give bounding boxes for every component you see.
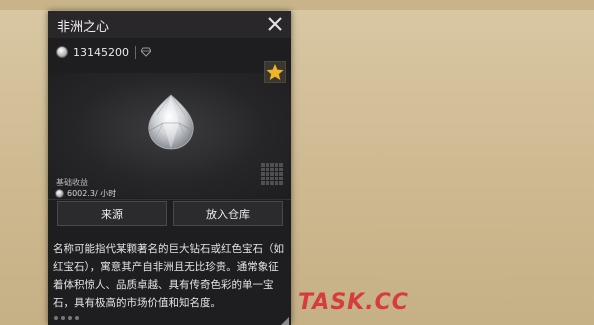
diamond-icon [148,94,194,150]
coin-icon [56,46,68,58]
panel-header: 非洲之心 [48,11,291,38]
coin-icon [55,189,64,198]
income-row: 6002.3/ 小时 [55,188,116,199]
gem-icon [141,47,151,57]
favorite-button[interactable] [264,61,286,83]
income-value: 6002.3/ 小时 [67,189,117,198]
close-icon [268,17,282,31]
coin-balance: 13145200 [73,45,129,59]
item-detail-panel: 非洲之心 13145200 基础收益 6002.3/ 小时 来源 放入仓库 名称… [48,11,291,325]
watermark: TASK.CC [298,290,409,315]
background-banner [0,0,594,10]
resize-handle [281,317,289,325]
grid-icon [261,163,283,185]
divider [48,199,291,200]
item-title: 非洲之心 [57,20,110,35]
item-description: 名称可能指代某颗著名的巨大钻石或红色宝石（如红宝石），寓意其产自非洲且无比珍贵。… [53,243,284,309]
star-icon [266,64,284,80]
currency-row: 13145200 [56,43,151,61]
page-dots [54,316,79,320]
store-button[interactable]: 放入仓库 [173,201,283,226]
close-button[interactable] [265,14,285,34]
source-button[interactable]: 来源 [57,201,167,226]
income-label: 基础收益 [56,178,88,187]
divider [135,45,136,59]
